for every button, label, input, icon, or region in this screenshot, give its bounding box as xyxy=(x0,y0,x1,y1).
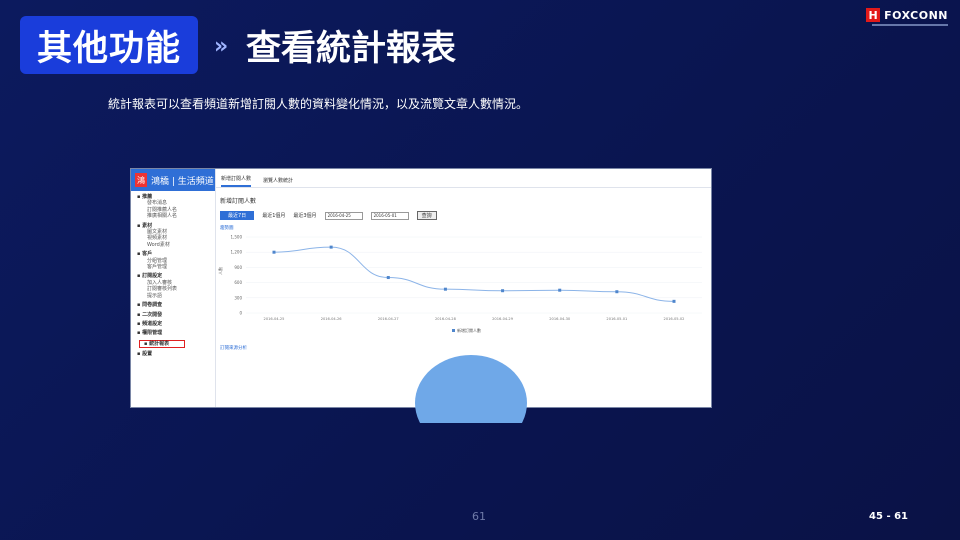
sidebar-header: 鴻 鴻橋 | 生活頻道 xyxy=(131,169,215,191)
foxconn-logo: H FOXCONN xyxy=(866,8,948,22)
y-tick-label: 0 xyxy=(239,311,242,316)
sidebar-group-9[interactable]: ▪ 設置 xyxy=(137,351,215,357)
x-tick-label: 2016-05-02 xyxy=(664,317,685,321)
sidebar-item-2-1[interactable]: 客戶管理 xyxy=(137,264,215,270)
y-tick-label: 1,500 xyxy=(231,235,243,240)
data-point xyxy=(329,245,333,249)
pie-chart xyxy=(415,355,527,451)
filter-last-3-months[interactable]: 最近3個月 xyxy=(293,212,316,219)
sidebar-group-6[interactable]: ▪ 頻道設定 xyxy=(137,321,215,327)
line-chart: 1,500 1,200 900 600 300 0 人數 2016-04-25 2016-04-… xyxy=(217,235,702,333)
legend-label: 新增訂閱人數 xyxy=(457,327,481,333)
y-tick-label: 600 xyxy=(234,280,242,285)
slide-number: 45 - 61 xyxy=(869,511,908,522)
logo-mark-icon: H xyxy=(866,8,881,22)
x-tick-label: 2016-04-28 xyxy=(435,317,457,321)
y-axis-label: 人數 xyxy=(217,267,223,275)
y-tick-label: 300 xyxy=(234,295,242,300)
data-point xyxy=(615,290,619,294)
y-tick-label: 1,200 xyxy=(231,250,243,255)
date-to-input[interactable]: 2016-05-01 xyxy=(370,211,409,220)
panel-title: 新增訂閱人數 xyxy=(220,198,257,205)
filter-bar: 最近7日 最近1個月 最近3個月 2016-04-25 2016-05-01 查… xyxy=(220,211,711,220)
data-point xyxy=(386,276,390,280)
title-box: 其他功能 xyxy=(20,16,198,74)
sidebar-group-5[interactable]: ▪ 二次開發 xyxy=(137,312,215,318)
data-point xyxy=(501,289,505,293)
x-tick-label: 2016-04-27 xyxy=(378,317,399,321)
tab-bar: 新增訂閱人數 瀏覽人數統計 xyxy=(216,169,711,188)
sidebar-group-7[interactable]: ▪ 權限管理 xyxy=(137,330,215,336)
sidebar-item-3-2[interactable]: 提示語 xyxy=(137,293,215,299)
filter-last-7-days[interactable]: 最近7日 xyxy=(220,211,255,220)
sidebar-menu: ▪ 推薦 發布消息 訂閱推薦人名 推廣相關人名 ▪ 素材 圖文素材 視頻素材 Word素材 ▪ … xyxy=(131,194,215,358)
tab-views[interactable]: 瀏覽人數統計 xyxy=(263,177,293,187)
query-button[interactable]: 查詢 xyxy=(416,211,437,220)
sidebar-item-0-2[interactable]: 推廣相關人名 xyxy=(137,213,215,219)
logo-text: FOXCONN xyxy=(884,8,948,22)
slide-title: 其他功能 xyxy=(36,28,181,69)
slide-description: 統計報表可以查看頻道新增訂閱人數的資料變化情況，以及流覽文章人數情況。 xyxy=(108,97,529,111)
slide-subtitle: 查看統計報表 xyxy=(246,29,457,69)
page-number: 61 xyxy=(472,510,486,523)
tab-new-subscribers[interactable]: 新增訂閱人數 xyxy=(221,175,252,187)
brand-name: 鴻橋 | 生活頻道 xyxy=(151,176,214,187)
logo-underline xyxy=(872,24,948,26)
brand-icon: 鴻 xyxy=(135,173,147,187)
legend-swatch xyxy=(452,329,455,332)
pie-slice xyxy=(415,355,527,451)
series-line xyxy=(273,246,675,302)
sidebar: 鴻 鴻橋 | 生活頻道 ▪ 推薦 發布消息 訂閱推薦人名 推廣相關人名 ▪ 素材 圖文素材… xyxy=(131,169,216,407)
x-tick-label: 2016-04-25 xyxy=(264,317,285,321)
x-tick-label: 2016-05-01 xyxy=(606,317,627,321)
app-screenshot: 鴻 鴻橋 | 生活頻道 ▪ 推薦 發布消息 訂閱推薦人名 推廣相關人名 ▪ 素材 圖文素材… xyxy=(130,168,712,451)
sidebar-item-1-2[interactable]: Word素材 xyxy=(137,242,215,248)
y-tick-label: 900 xyxy=(234,265,242,270)
chevron-right-icon: » xyxy=(214,34,228,59)
filter-last-month[interactable]: 最近1個月 xyxy=(262,212,285,219)
date-from-input[interactable]: 2016-04-25 xyxy=(324,211,363,220)
sidebar-group-8[interactable]: ▪ 統計報表 xyxy=(139,339,185,349)
data-point xyxy=(672,299,676,303)
data-point xyxy=(558,288,562,292)
main-panel: 新增訂閱人數 瀏覽人數統計 新增訂閱人數 最近7日 最近1個月 最近3個月 20… xyxy=(216,169,711,451)
x-tick-label: 2016-04-29 xyxy=(492,317,514,321)
x-tick-label: 2016-04-26 xyxy=(321,317,343,321)
data-point xyxy=(272,250,276,254)
data-point xyxy=(443,287,447,291)
sidebar-group-4[interactable]: ▪ 問卷調查 xyxy=(137,302,215,308)
x-tick-label: 2016-04-30 xyxy=(549,317,571,321)
